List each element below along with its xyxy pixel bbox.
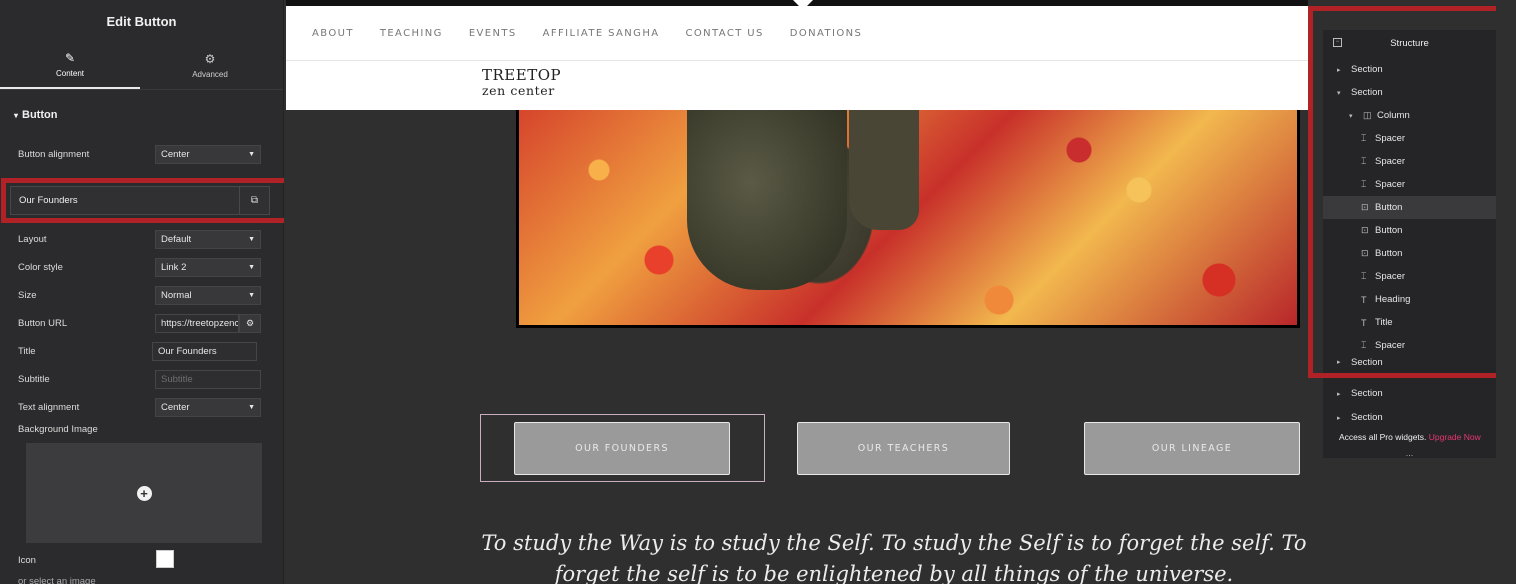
site-header: ABOUT TEACHING EVENTS AFFILIATE SANGHA C… [286, 0, 1308, 110]
icon-row: Icon [0, 552, 283, 568]
our-lineage-button[interactable]: OUR LINEAGE [1084, 422, 1300, 475]
url-label: Button URL [18, 317, 68, 329]
chevron-down-icon: ▼ [248, 403, 255, 411]
text-alignment-select[interactable]: Center ▼ [155, 397, 261, 417]
stone-lantern-edge [849, 110, 919, 230]
color-style-value: Link 2 [161, 261, 187, 273]
subtitle-placeholder: Subtitle [161, 373, 193, 385]
site-nav: ABOUT TEACHING EVENTS AFFILIATE SANGHA C… [312, 28, 862, 39]
chevron-down-icon: ▼ [248, 263, 255, 271]
size-label: Size [18, 289, 37, 301]
structure-item-label: Section [1351, 412, 1383, 423]
highlight-annotation-left [1, 178, 290, 223]
layout-select[interactable]: Default ▼ [155, 229, 261, 249]
color-style-select[interactable]: Link 2 ▼ [155, 257, 261, 277]
title-input[interactable]: Our Founders [152, 341, 257, 361]
title-value: Our Founders [158, 345, 217, 357]
caret-down-icon: ▾ [14, 110, 19, 120]
icon-label: Icon [18, 554, 36, 566]
chevron-down-icon: ▼ [248, 235, 255, 243]
background-image-row: Background Image [0, 421, 283, 437]
section-label: Button [22, 109, 58, 121]
pro-text: Access all Pro widgets. [1339, 432, 1427, 442]
size-value: Normal [161, 289, 192, 301]
tab-advanced[interactable]: ⚙ Advanced [140, 42, 280, 89]
gear-icon: ⚙ [245, 317, 255, 328]
tab-advanced-label: Advanced [192, 69, 228, 79]
url-options-button[interactable]: ⚙ [239, 313, 261, 333]
select-image-label: or select an image [18, 575, 96, 584]
subtitle-label: Subtitle [18, 373, 50, 385]
chevron-down-icon: ▼ [248, 291, 255, 299]
structure-item-section[interactable]: ▸ Section [1323, 406, 1496, 429]
text-alignment-label: Text alignment [18, 401, 80, 413]
caret-right-icon[interactable]: ▸ [1337, 414, 1351, 422]
size-select[interactable]: Normal ▼ [155, 285, 261, 305]
site-logo[interactable]: TREETOP zen center [482, 66, 562, 99]
gear-icon: ⚙ [204, 51, 216, 66]
alignment-row: Button alignment Center ▼ [0, 144, 283, 164]
color-style-label: Color style [18, 261, 63, 273]
layout-value: Default [161, 233, 192, 245]
caret-right-icon[interactable]: ▸ [1337, 390, 1351, 398]
layout-label: Layout [18, 233, 47, 245]
nav-item-events[interactable]: EVENTS [469, 28, 517, 39]
panel-tabs: ✎ Content ⚙ Advanced [0, 42, 283, 90]
background-image-dropzone[interactable]: + [26, 443, 262, 543]
nav-item-about[interactable]: ABOUT [312, 28, 354, 39]
layout-row: Layout Default ▼ [0, 229, 283, 249]
size-row: Size Normal ▼ [0, 285, 283, 305]
title-label: Title [18, 345, 36, 357]
url-row: Button URL https://treetopzenc ⚙ [0, 313, 283, 333]
alignment-value: Center [161, 148, 190, 160]
section-toggle-button[interactable]: ▾ Button [0, 90, 283, 140]
edit-panel: Edit Button ✎ Content ⚙ Advanced ▾ Butto… [0, 0, 284, 584]
chevron-down-icon: ▼ [248, 150, 255, 158]
our-teachers-button[interactable]: OUR TEACHERS [797, 422, 1010, 475]
more-options[interactable]: ... [1323, 448, 1496, 458]
select-image-row: or select an image [0, 574, 283, 584]
stone-lantern-shape [687, 110, 847, 290]
plus-icon: + [136, 485, 152, 501]
pro-promo: Access all Pro widgets. Upgrade Now [1339, 432, 1481, 442]
subtitle-input[interactable]: Subtitle [155, 369, 261, 389]
tab-content[interactable]: ✎ Content [0, 42, 140, 89]
text-alignment-value: Center [161, 401, 190, 413]
highlight-annotation-right [1308, 6, 1502, 378]
url-input[interactable]: https://treetopzenc [155, 313, 239, 333]
background-image-label: Background Image [18, 423, 98, 435]
nav-item-affiliate-sangha[interactable]: AFFILIATE SANGHA [543, 28, 660, 39]
structure-item-section[interactable]: ▸ Section [1323, 382, 1496, 405]
page-builder-screen: Edit Button ✎ Content ⚙ Advanced ▾ Butto… [0, 0, 1516, 584]
nav-item-contact-us[interactable]: CONTACT US [686, 28, 764, 39]
panel-title: Edit Button [106, 13, 177, 29]
our-founders-button[interactable]: OUR FOUNDERS [514, 422, 730, 475]
structure-item-label: Section [1351, 388, 1383, 399]
url-value: https://treetopzenc [161, 317, 239, 329]
logo-line-1: TREETOP [482, 66, 562, 84]
nav-item-teaching[interactable]: TEACHING [380, 28, 443, 39]
nav-divider [286, 60, 1308, 61]
tab-content-label: Content [55, 68, 85, 78]
logo-line-2: zen center [482, 83, 555, 98]
pencil-icon: ✎ [64, 50, 76, 65]
text-alignment-row: Text alignment Center ▼ [0, 397, 283, 417]
quote-text: To study the Way is to study the Self. T… [481, 531, 1307, 584]
alignment-label: Button alignment [18, 148, 90, 160]
alignment-select[interactable]: Center ▼ [155, 144, 261, 164]
nav-item-donations[interactable]: DONATIONS [790, 28, 862, 39]
hero-image [516, 110, 1300, 328]
subtitle-row: Subtitle Subtitle [0, 369, 283, 389]
icon-picker[interactable] [156, 550, 174, 568]
color-style-row: Color style Link 2 ▼ [0, 257, 283, 277]
upgrade-link[interactable]: Upgrade Now [1429, 432, 1481, 442]
title-row: Title Our Founders [0, 341, 283, 361]
right-edge [1496, 0, 1516, 584]
